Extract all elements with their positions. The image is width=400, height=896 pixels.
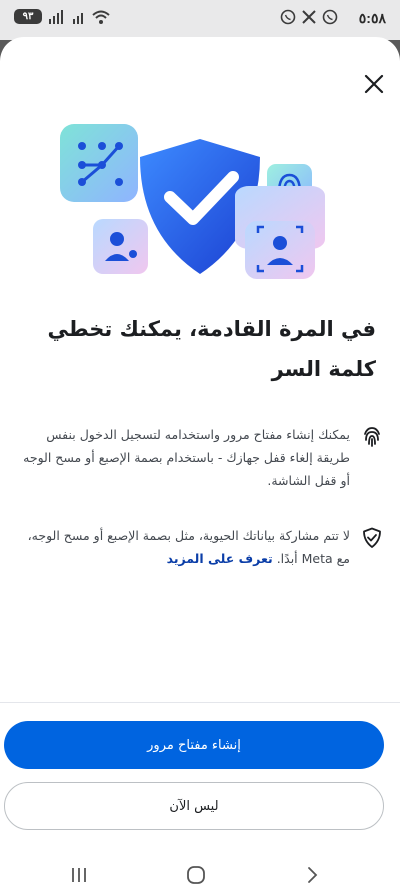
fingerprint-icon (364, 427, 380, 447)
status-icons-right (280, 9, 338, 25)
wifi-icon (92, 10, 110, 24)
info-row-passkey: يمكنك إنشاء مفتاح مرور واستخدامه لتسجيل … (14, 423, 384, 492)
status-bar: ٩٣ ٥:٥٨ (0, 0, 400, 40)
shield-check-icon (363, 527, 381, 548)
back-icon[interactable] (300, 863, 324, 887)
user-key-icon (93, 219, 148, 274)
battery-icon: ٩٣ (14, 9, 42, 24)
learn-more-link[interactable]: تعرف على المزيد (167, 551, 273, 566)
face-id-icon (235, 186, 325, 279)
info-text-passkey: يمكنك إنشاء مفتاح مرور واستخدامه لتسجيل … (23, 427, 350, 488)
divider (0, 702, 400, 703)
home-icon[interactable] (184, 863, 208, 887)
passkey-sheet: في المرة القادمة، يمكنك تخطي كلمة السر ي… (0, 37, 400, 853)
x-icon (302, 10, 316, 24)
status-time: ٥:٥٨ (358, 10, 386, 26)
signal-icon (49, 9, 63, 24)
close-icon[interactable] (362, 72, 386, 96)
whatsapp-business-icon (322, 9, 338, 25)
passkey-illustration (60, 124, 325, 279)
status-icons-left: ٩٣ (14, 9, 110, 24)
info-row-biometrics: لا تتم مشاركة بياناتك الحيوية، مثل بصمة … (14, 524, 384, 570)
battery-level: ٩٣ (22, 11, 34, 22)
info-text-biometrics: لا تتم مشاركة بياناتك الحيوية، مثل بصمة … (14, 524, 350, 570)
recent-apps-icon[interactable] (67, 863, 91, 887)
system-nav-bar (0, 853, 400, 896)
page-title: في المرة القادمة، يمكنك تخطي كلمة السر (47, 317, 376, 381)
not-now-button[interactable]: ليس الآن (4, 782, 384, 830)
create-passkey-button[interactable]: إنشاء مفتاح مرور (4, 721, 384, 769)
pattern-lock-icon (60, 124, 138, 202)
signal-icon (73, 12, 83, 24)
whatsapp-icon (280, 9, 296, 25)
